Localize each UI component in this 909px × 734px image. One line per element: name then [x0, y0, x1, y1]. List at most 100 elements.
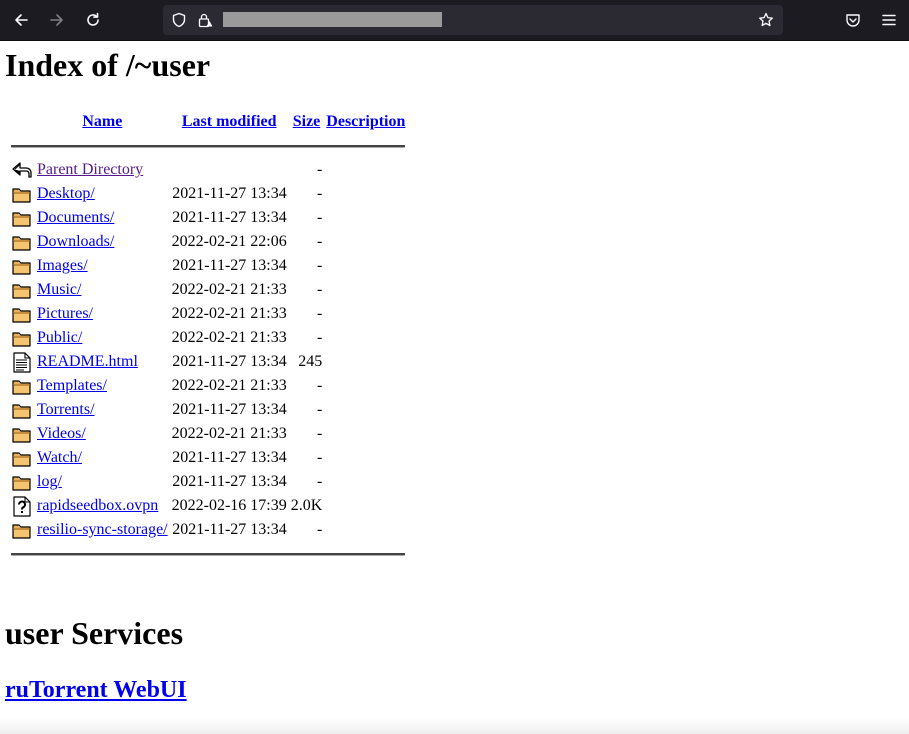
last-modified: 2022-02-21 21:33 — [171, 377, 287, 394]
entry-link[interactable]: Templates/ — [37, 377, 107, 394]
menu-button[interactable] — [875, 6, 903, 34]
parent-directory-link[interactable]: Parent Directory — [37, 161, 143, 178]
icon-cell — [10, 303, 34, 325]
lock-warning-icon[interactable] — [197, 12, 213, 28]
sort-by-name-link[interactable]: Name — [82, 113, 122, 130]
name-cell: rapidseedbox.ovpn — [36, 495, 169, 517]
folder-icon — [12, 236, 31, 251]
description-cell — [325, 471, 406, 493]
entry-link[interactable]: Music/ — [37, 281, 81, 298]
name-cell: Desktop/ — [36, 183, 169, 205]
name-cell: Watch/ — [36, 447, 169, 469]
arrow-left-icon — [15, 14, 28, 26]
name-cell: Parent Directory — [36, 159, 169, 181]
toolbar-border — [0, 40, 909, 41]
description-cell — [325, 399, 406, 421]
directory-listing: Name Last modified Size Description Pare… — [8, 109, 408, 567]
last-modified: 2021-11-27 13:34 — [172, 521, 287, 538]
description-cell — [325, 183, 406, 205]
browser-toolbar — [0, 0, 909, 40]
entry-link[interactable]: Pictures/ — [37, 305, 93, 322]
last-modified: 2022-02-21 22:06 — [171, 233, 287, 250]
folder-icon — [12, 308, 31, 323]
reload-button[interactable] — [79, 6, 107, 34]
name-cell: Documents/ — [36, 207, 169, 229]
description-cell — [325, 447, 406, 469]
last-modified: 2022-02-21 21:33 — [171, 305, 287, 322]
entry-link[interactable]: Watch/ — [37, 449, 82, 466]
services-subheading: ruTorrent WebUI — [5, 675, 187, 705]
description-cell — [325, 255, 406, 277]
folder-icon — [12, 260, 31, 275]
last-modified: 2022-02-16 17:39 — [171, 497, 287, 514]
file-size: - — [316, 473, 323, 490]
last-modified: 2022-02-21 21:33 — [171, 329, 287, 346]
entry-link[interactable]: Downloads/ — [37, 233, 114, 250]
list-item: Torrents/2021-11-27 13:34 - — [10, 399, 406, 421]
page-title: Index of /~user — [5, 47, 211, 83]
forward-button[interactable] — [43, 6, 71, 34]
folder-icon — [12, 524, 31, 539]
file-size: - — [316, 305, 323, 322]
rutorrent-webui-link[interactable]: ruTorrent WebUI — [5, 677, 187, 703]
entry-link[interactable]: Desktop/ — [37, 185, 95, 202]
top-rule-row — [10, 135, 406, 157]
name-cell: log/ — [36, 471, 169, 493]
list-item: Watch/2021-11-27 13:34 - — [10, 447, 406, 469]
entry-link[interactable]: Images/ — [37, 257, 88, 274]
folder-icon — [12, 284, 31, 299]
name-cell: resilio-sync-storage/ — [36, 519, 169, 541]
file-size: - — [316, 257, 323, 274]
list-item: log/2021-11-27 13:34 - — [10, 471, 406, 493]
sort-by-description-link[interactable]: Description — [326, 113, 405, 130]
list-item: Music/2022-02-21 21:33 - — [10, 279, 406, 301]
entry-link[interactable]: resilio-sync-storage/ — [37, 521, 168, 538]
list-item: Documents/2021-11-27 13:34 - — [10, 207, 406, 229]
header-date-cell: Last modified — [171, 111, 288, 133]
folder-icon — [12, 404, 31, 419]
entry-link[interactable]: rapidseedbox.ovpn — [37, 497, 158, 514]
text-file-icon — [13, 352, 31, 373]
reload-icon — [87, 12, 99, 26]
sort-by-size-link[interactable]: Size — [293, 113, 321, 130]
folder-icon — [12, 476, 31, 491]
entry-link[interactable]: Videos/ — [37, 425, 86, 442]
description-cell — [325, 423, 406, 445]
bottom-rule — [10, 543, 406, 565]
icon-cell — [10, 519, 34, 541]
entry-link[interactable]: Public/ — [37, 329, 82, 346]
entry-link[interactable]: README.html — [37, 353, 138, 370]
date-cell — [171, 159, 288, 181]
entry-link[interactable]: Documents/ — [37, 209, 114, 226]
folder-icon — [12, 188, 31, 203]
back-button[interactable] — [7, 6, 35, 34]
folder-icon — [12, 452, 31, 467]
file-size: - — [316, 329, 323, 346]
list-item: Downloads/2022-02-21 22:06 - — [10, 231, 406, 253]
last-modified: 2021-11-27 13:34 — [172, 449, 287, 466]
star-icon[interactable] — [758, 12, 774, 28]
folder-icon — [12, 428, 31, 443]
name-cell: Pictures/ — [36, 303, 169, 325]
file-size: 2.0K — [290, 497, 323, 514]
url-bar[interactable] — [163, 5, 783, 35]
name-cell: Music/ — [36, 279, 169, 301]
last-modified: 2021-11-27 13:34 — [172, 209, 287, 226]
file-size: - — [316, 185, 323, 202]
folder-icon — [12, 380, 31, 395]
folder-icon — [12, 212, 31, 227]
entry-link[interactable]: Torrents/ — [37, 401, 95, 418]
description-cell — [325, 231, 406, 253]
name-cell: Public/ — [36, 327, 169, 349]
list-item: Videos/2022-02-21 21:33 - — [10, 423, 406, 445]
entry-link[interactable]: log/ — [37, 473, 62, 490]
name-cell: README.html — [36, 351, 169, 373]
list-item: Public/2022-02-21 21:33 - — [10, 327, 406, 349]
shield-icon[interactable] — [171, 12, 187, 28]
sort-by-last-modified-link[interactable]: Last modified — [182, 113, 277, 130]
pocket-button[interactable] — [839, 6, 867, 34]
file-size: 245 — [298, 353, 323, 370]
url-text-redacted[interactable] — [223, 12, 442, 27]
bottom-rule-row — [10, 543, 406, 565]
list-item: Templates/2022-02-21 21:33 - — [10, 375, 406, 397]
